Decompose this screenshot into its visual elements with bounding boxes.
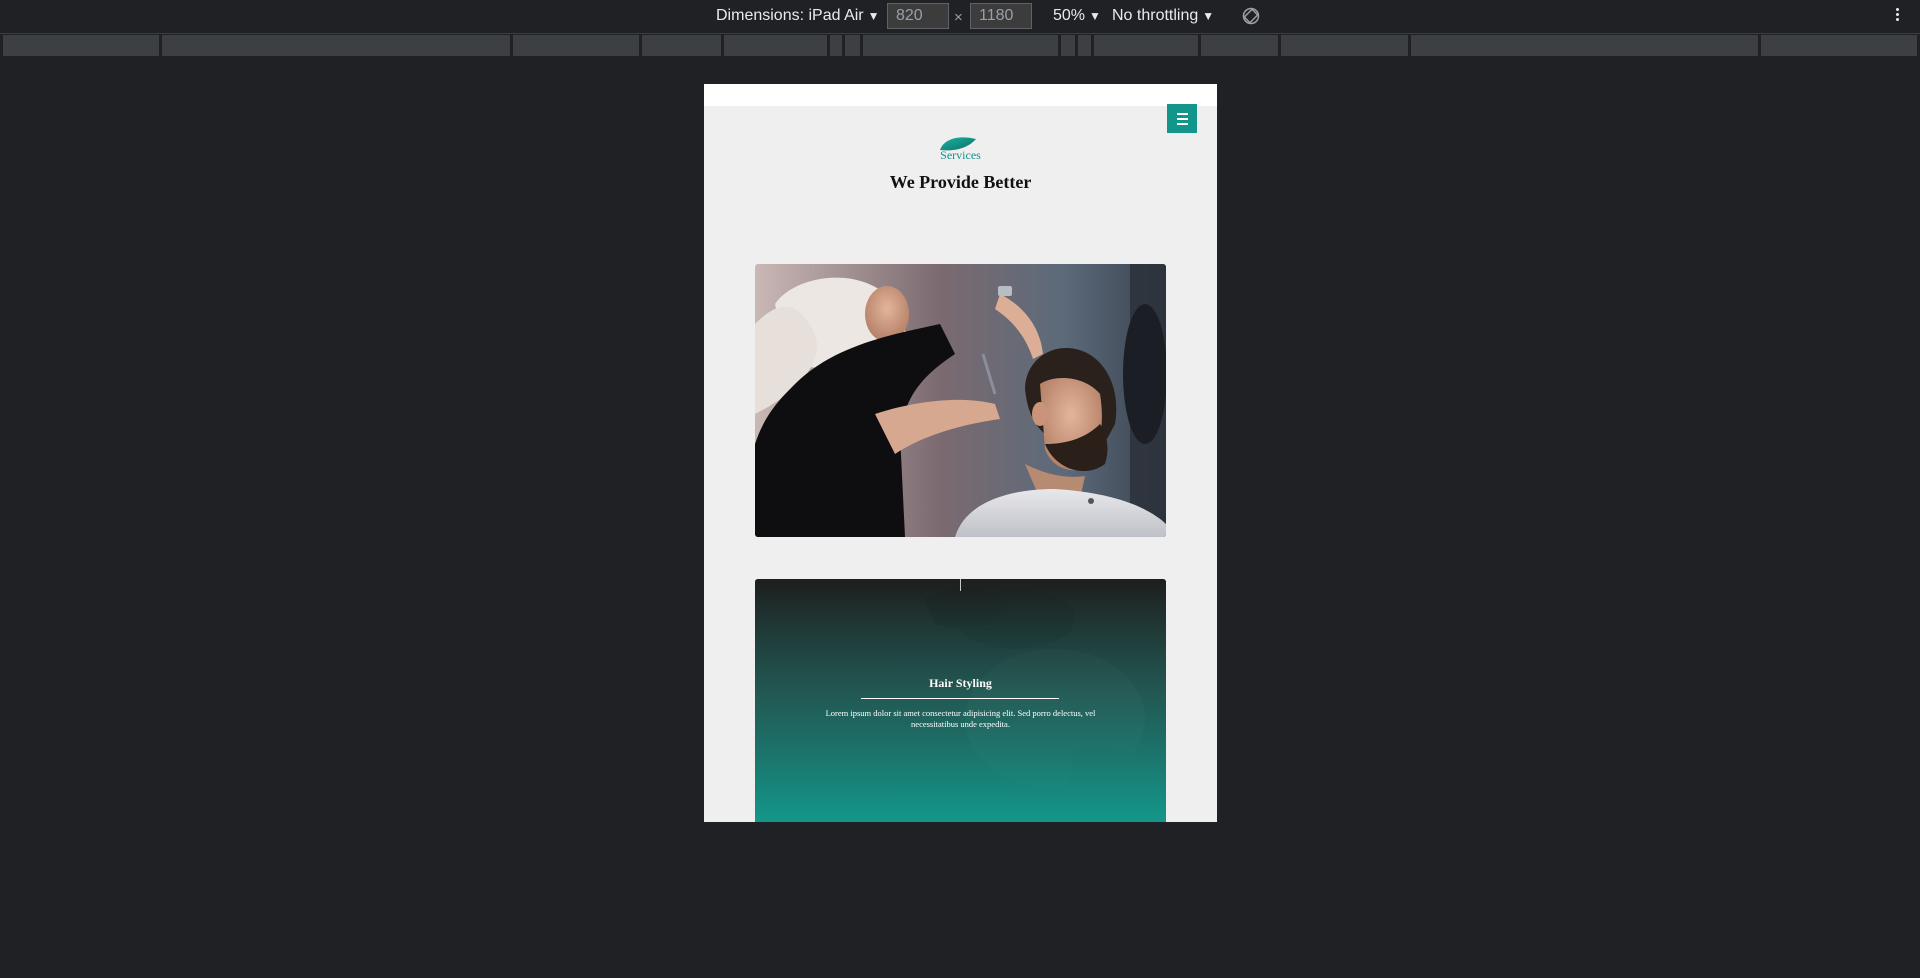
device-dimensions-select[interactable]: Dimensions: iPad Air ▼ xyxy=(716,7,880,25)
section-title: We Provide Better xyxy=(889,172,1032,192)
hamburger-menu-button[interactable] xyxy=(1167,104,1197,133)
media-query-segment[interactable] xyxy=(1410,35,1759,56)
device-dimensions-label: Dimensions: iPad Air xyxy=(716,7,864,24)
media-query-segment[interactable] xyxy=(1060,35,1076,56)
device-height-input[interactable] xyxy=(970,3,1032,29)
media-query-segment[interactable] xyxy=(641,35,722,56)
hair-styling-photo xyxy=(755,579,1166,822)
media-query-segment[interactable] xyxy=(1200,35,1279,56)
divider xyxy=(861,698,1059,699)
media-query-segment[interactable] xyxy=(723,35,828,56)
media-query-segment[interactable] xyxy=(161,35,511,56)
service-card-description: Lorem ipsum dolor sit amet consectetur a… xyxy=(825,708,1096,729)
media-query-segment[interactable] xyxy=(862,35,1059,56)
chevron-down-icon: ▼ xyxy=(1089,9,1101,23)
media-query-segment[interactable] xyxy=(829,35,843,56)
service-image-card xyxy=(755,264,1166,537)
device-viewport: Services We Provide Better Hair Styling … xyxy=(704,84,1217,822)
media-query-segment[interactable] xyxy=(1280,35,1409,56)
barber-photo xyxy=(755,264,1166,537)
service-card-title: Hair Styling xyxy=(929,676,992,690)
device-width-input[interactable] xyxy=(887,3,949,29)
media-query-segment[interactable] xyxy=(512,35,640,56)
dimension-separator: × xyxy=(954,9,963,26)
text-cursor xyxy=(960,579,961,591)
section-eyebrow: Services xyxy=(940,148,981,162)
media-query-segment[interactable] xyxy=(844,35,861,56)
more-options-icon[interactable] xyxy=(1893,6,1901,26)
media-query-segment[interactable] xyxy=(2,35,160,56)
chevron-down-icon: ▼ xyxy=(867,9,880,23)
media-query-bar xyxy=(0,35,1920,56)
device-toolbar: Dimensions: iPad Air▼ × 50%▼ No throttli… xyxy=(0,0,1920,34)
chevron-down-icon: ▼ xyxy=(1202,9,1215,23)
zoom-select[interactable]: 50% ▼ xyxy=(1053,7,1101,25)
throttling-label: No throttling xyxy=(1112,7,1199,24)
page-top-strip xyxy=(704,84,1217,106)
media-query-segment[interactable] xyxy=(1760,35,1918,56)
media-query-segment[interactable] xyxy=(1093,35,1199,56)
zoom-label: 50% xyxy=(1053,7,1086,24)
throttling-select[interactable]: No throttling ▼ xyxy=(1112,7,1214,25)
rotate-icon[interactable] xyxy=(1242,7,1260,25)
media-query-segment[interactable] xyxy=(1077,35,1092,56)
service-card-hair-styling[interactable]: Hair Styling Lorem ipsum dolor sit amet … xyxy=(755,579,1166,822)
